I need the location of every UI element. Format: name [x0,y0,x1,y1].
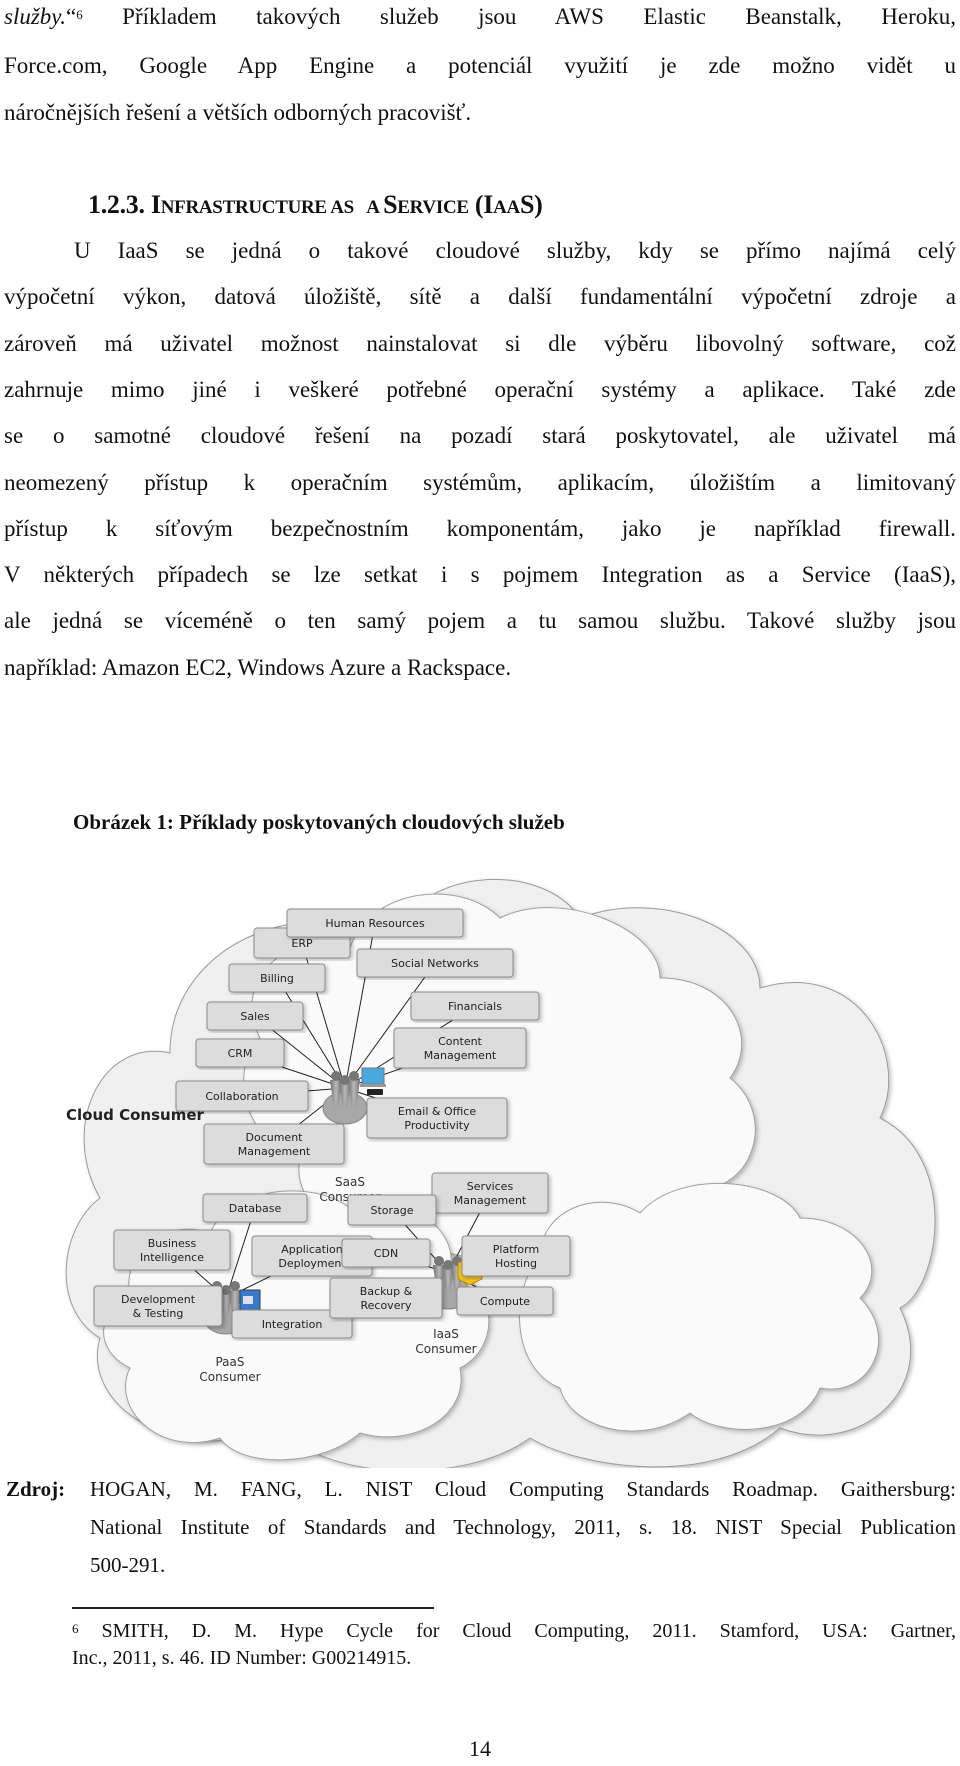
cloud-services-diagram: Cloud Consumer SaaSConsumerPaaSConsumerI… [65,878,936,1468]
service-box: Database [202,1193,308,1223]
footnote-ref[interactable]: 6 [76,7,83,22]
service-label: Financials [448,1000,502,1013]
service-label: Document Management [238,1131,311,1158]
service-box: Sales [206,1001,304,1031]
service-box: Document Management [203,1123,345,1165]
paragraph-line: zároveň má uživatel možnost nainstalovat… [4,330,956,356]
paragraph-line: se o samotné cloudové řešení na pozadí s… [4,423,956,449]
service-box: Compute [456,1286,554,1316]
service-box: Billing [228,963,326,993]
paragraph-line: U IaaS se jedná o takové cloudové služby… [74,238,956,263]
footnote-separator [72,1607,434,1609]
service-box: Services Management [431,1172,549,1214]
service-label: Billing [260,972,294,985]
service-label: Platform Hosting [493,1243,539,1270]
section-heading: 1.2.3. INFRASTRUCTURE AS A SERVICE (IAAS… [88,188,543,225]
service-label: Sales [240,1010,270,1023]
service-label: Social Networks [391,957,479,970]
service-label: Integration [262,1318,323,1331]
section-title: INFRASTRUCTURE AS A SERVICE (IAAS) [150,190,543,219]
service-label: ERP [291,937,313,950]
service-label: Storage [370,1204,413,1217]
service-box: Storage [347,1194,437,1226]
paragraph-line: neomezený přístup k operačním systémům, … [4,469,956,495]
italic-word: služby. [4,4,66,29]
service-box: Backup & Recovery [329,1277,443,1319]
laptop-icon [360,1067,386,1087]
service-box: Financials [410,991,540,1021]
service-label: Compute [480,1295,530,1308]
service-label: Application Deployment [278,1243,346,1270]
service-box: Development & Testing [93,1285,223,1327]
phone-icon [367,1089,383,1095]
page-number: 14 [469,1736,491,1761]
service-box: Content Management [393,1027,527,1069]
service-label: CDN [374,1247,398,1260]
service-box: Social Networks [356,948,514,978]
service-label: Email & Office Productivity [398,1105,476,1132]
source-line: 500-291. [90,1553,166,1577]
paragraph-line: přístup k síťovým bezpečnostním komponen… [4,515,956,541]
paragraph-line: V některých případech se lze setkat i s … [4,562,956,588]
paragraph-line: výpočetní výkon, datová úložiště, sítě a… [4,284,956,310]
service-box: Human Resources [286,908,464,938]
figure-caption: Obrázek 1: Příklady poskytovaných cloudo… [73,810,565,834]
paragraph-line: zahrnuje mimo jiné i veškeré potřebné op… [4,376,956,402]
service-label: Collaboration [205,1090,278,1103]
service-box: Collaboration [175,1080,309,1112]
service-label: CRM [228,1047,253,1060]
service-label: Human Resources [325,917,425,930]
paragraph-line: ale jedná se víceméně o ten samý pojem a… [4,608,956,634]
service-box: CDN [341,1238,431,1268]
paragraph-line: Force.com, Google App Engine a potenciál… [4,53,956,78]
source-line: HOGAN, M. FANG, L. NIST Cloud Computing … [90,1477,956,1501]
service-label: Business Intelligence [140,1237,204,1264]
footnote-line: 6 SMITH, D. M. Hype Cycle for Cloud Comp… [72,1620,956,1642]
service-box: Platform Hosting [461,1235,571,1277]
section-number: 1.2.3. [88,190,145,219]
paragraph-line: služby.“6 Příkladem takových služeb jsou… [4,4,956,29]
service-box: CRM [195,1038,285,1068]
footnote-line: Inc., 2011, s. 46. ID Number: G00214915. [72,1647,412,1669]
paragraph-line: například: Amazon EC2, Windows Azure a R… [4,654,512,680]
source-label: Zdroj: [6,1477,66,1501]
service-box: Business Intelligence [113,1229,231,1271]
service-box: Email & Office Productivity [366,1097,508,1139]
service-label: Database [229,1202,282,1215]
paragraph-line: náročnějších řešení a větších odborných … [4,100,472,125]
service-label: Backup & Recovery [360,1285,413,1312]
source-line: National Institute of Standards and Tech… [90,1515,956,1539]
